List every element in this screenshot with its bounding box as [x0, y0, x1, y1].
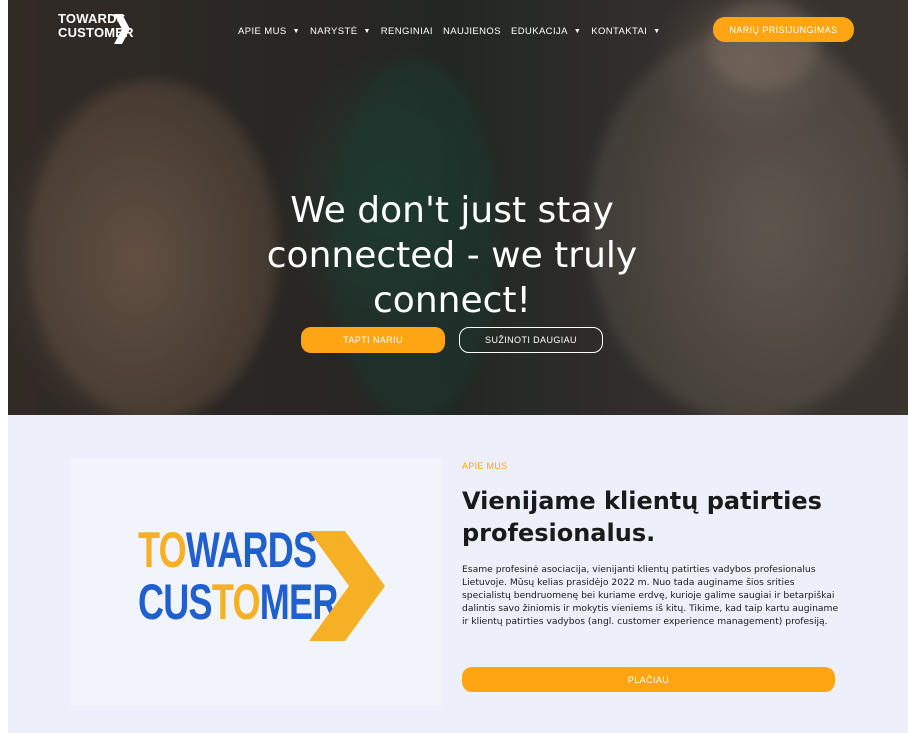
- learn-more-button[interactable]: SUŽINOTI DAUGIAU: [459, 327, 603, 353]
- about-description: Esame profesinė asociacija, vienijanti k…: [462, 564, 839, 627]
- nav-item-apie-mus[interactable]: APIE MUS ▼: [238, 24, 300, 38]
- nav-item-label: EDUKACIJA: [510, 25, 568, 37]
- nav-item-label: APIE MUS: [238, 25, 287, 37]
- nav-item-naujienos[interactable]: NAUJIENOS: [443, 24, 501, 38]
- section-eyebrow: APIE MUS: [462, 461, 508, 471]
- logo-text: CUS: [138, 574, 213, 630]
- logo-text: TO: [138, 522, 187, 578]
- nav-item-edukacija[interactable]: EDUKACIJA ▼: [511, 24, 581, 38]
- become-member-button[interactable]: TAPTI NARIU: [301, 327, 445, 353]
- logo-row-2: CUSTOMER: [138, 574, 338, 630]
- read-more-button[interactable]: PLAČIAU: [462, 667, 835, 692]
- chevron-down-icon: ▼: [292, 27, 300, 35]
- towards-customer-logo: TOWARDS CUSTOMER: [138, 524, 338, 630]
- about-section: TOWARDS CUSTOMER APIE MUS Vienijame klie…: [8, 415, 908, 733]
- chevron-down-icon: ▼: [363, 27, 371, 35]
- nav-item-renginiai[interactable]: RENGINIAI: [381, 24, 433, 38]
- logo-row-1: TOWARDS: [138, 524, 318, 576]
- chevron-down-icon: ▼: [573, 27, 582, 35]
- logo-chevron-icon: [114, 14, 130, 44]
- nav-item-label: KONTAKTAI: [591, 25, 648, 37]
- nav-item-label: NAUJIENOS: [442, 25, 501, 37]
- main-nav: APIE MUS ▼ NARYSTĖ ▼ RENGINIAI NAUJIENOS…: [238, 24, 671, 38]
- logo-text: TO: [211, 574, 261, 630]
- member-login-button[interactable]: NARIŲ PRISIJUNGIMAS: [713, 17, 854, 42]
- site-logo[interactable]: TOWARDS CUSTOMER: [58, 12, 134, 48]
- logo-chevron-icon: [309, 531, 385, 641]
- nav-item-label: NARYSTĖ: [309, 25, 358, 37]
- about-title: Vienijame klientų patirties profesionalu…: [462, 487, 822, 547]
- logo-text: WARDS: [185, 522, 317, 578]
- about-logo-panel: TOWARDS CUSTOMER: [70, 459, 442, 706]
- chevron-down-icon: ▼: [653, 27, 661, 35]
- nav-item-naryste[interactable]: NARYSTĖ ▼: [310, 24, 371, 38]
- hero-title: We don't just stay connected - we truly …: [266, 190, 638, 321]
- nav-item-label: RENGINIAI: [380, 25, 433, 37]
- nav-item-kontaktai[interactable]: KONTAKTAI ▼: [591, 24, 660, 38]
